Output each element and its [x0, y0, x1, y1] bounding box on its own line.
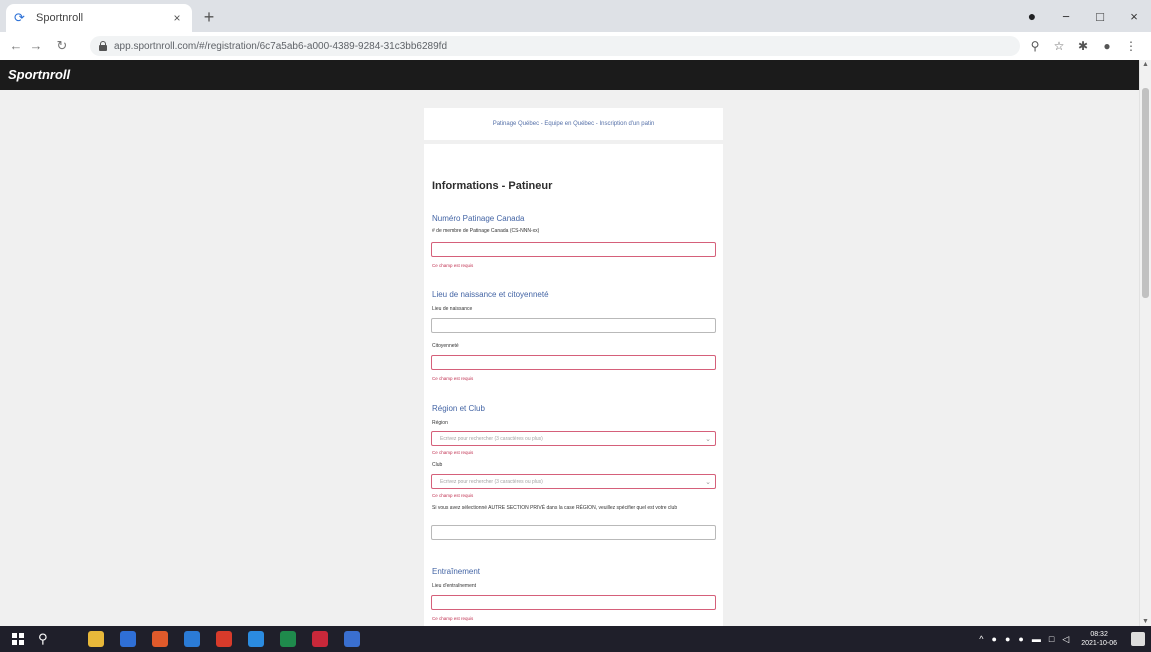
site-favicon-icon: ⟳	[14, 10, 25, 25]
skate-canada-number-input[interactable]	[431, 242, 716, 257]
scroll-thumb[interactable]	[1142, 88, 1149, 298]
app-header: Sportnroll	[0, 60, 1140, 90]
bookmark-star-icon[interactable]: ☆	[1047, 36, 1071, 56]
other-club-label: Si vous avez sélectionné AUTRE SECTION P…	[432, 505, 678, 511]
citizenship-error: Ce champ est requis	[432, 376, 474, 381]
training-location-input[interactable]	[431, 595, 716, 610]
page-scrollbar[interactable]: ▲ ▼	[1139, 60, 1151, 626]
club-error: Ce champ est requis	[432, 493, 474, 498]
taskbar-app-icon[interactable]	[312, 631, 328, 647]
taskbar-app-icon[interactable]	[216, 631, 232, 647]
region-placeholder: Écrivez pour rechercher (3 caractères ou…	[440, 435, 543, 442]
address-bar-row: ← → ↻ app.sportnroll.com/#/registration/…	[0, 32, 1151, 61]
birthplace-label: Lieu de naissance	[432, 306, 473, 312]
new-tab-button[interactable]: +	[198, 6, 220, 28]
skate-canada-error: Ce champ est requis	[432, 263, 474, 268]
lock-icon	[98, 41, 108, 51]
browser-menu-icon[interactable]: ⋮	[1119, 36, 1143, 56]
chevron-down-icon: ⌄	[705, 435, 711, 443]
club-select[interactable]: Écrivez pour rechercher (3 caractères ou…	[431, 474, 716, 489]
record-icon[interactable]: ●	[1015, 8, 1049, 24]
forward-icon[interactable]: →	[26, 36, 46, 56]
url-text: app.sportnroll.com/#/registration/6c7a5a…	[114, 40, 448, 52]
training-label: Lieu d'entraînement	[432, 583, 477, 589]
system-tray: ^ ● ● ● ▬ □ ◁ 08:32 2021-10-06	[975, 626, 1151, 652]
form-title: Informations - Patineur	[432, 180, 553, 192]
clock[interactable]: 08:32 2021-10-06	[1081, 630, 1117, 648]
citizenship-label: Citoyenneté	[432, 343, 459, 349]
window-controls: ● − □ ×	[1015, 0, 1151, 32]
minimize-button[interactable]: −	[1049, 9, 1083, 24]
club-label: Club	[432, 462, 443, 468]
tray-app-icon[interactable]: ●	[1018, 634, 1023, 644]
chevron-down-icon: ⌄	[705, 478, 711, 486]
url-omnibox[interactable]: app.sportnroll.com/#/registration/6c7a5a…	[90, 36, 1020, 56]
clock-date: 2021-10-06	[1081, 640, 1117, 647]
other-club-input[interactable]	[431, 525, 716, 540]
windows-start-icon[interactable]	[12, 633, 24, 645]
app-logo[interactable]: Sportnroll	[8, 67, 70, 82]
taskbar-app-icon[interactable]	[280, 631, 296, 647]
maximize-button[interactable]: □	[1083, 9, 1117, 24]
tab-close-icon[interactable]: ×	[170, 11, 184, 25]
extension-icons: ⚲ ☆ ✱ ● ⋮	[1023, 36, 1143, 56]
form-header-text: Patinage Québec - Equipe en Québec - Ins…	[492, 121, 655, 127]
back-icon[interactable]: ←	[6, 36, 26, 56]
scroll-down-icon[interactable]: ▼	[1141, 617, 1150, 626]
taskbar-app-icon[interactable]	[344, 631, 360, 647]
search-icon[interactable]: ⚲	[38, 631, 48, 647]
region-select[interactable]: Écrivez pour rechercher (3 caractères ou…	[431, 431, 716, 446]
section-title-birth: Lieu de naissance et citoyenneté	[432, 290, 549, 299]
profile-avatar-icon[interactable]: ●	[1095, 36, 1119, 56]
section-title-region-club: Région et Club	[432, 404, 485, 413]
tab-title: Sportnroll	[36, 12, 84, 24]
browser-tab[interactable]: ⟳ Sportnroll ×	[6, 4, 192, 32]
reload-icon[interactable]: ↻	[52, 36, 72, 56]
network-icon[interactable]: □	[1049, 634, 1054, 644]
registration-form-card: Informations - Patineur Numéro Patinage …	[424, 144, 723, 626]
club-placeholder: Écrivez pour rechercher (3 caractères ou…	[440, 478, 543, 485]
tray-app-icon[interactable]: ●	[992, 634, 997, 644]
skate-canada-label: # de membre de Patinage Canada (CS-NNN-x…	[432, 228, 540, 234]
notifications-icon[interactable]	[1131, 632, 1145, 646]
taskbar-app-icon[interactable]	[152, 631, 168, 647]
browser-tab-bar: ⟳ Sportnroll × + ● − □ ×	[0, 0, 1151, 32]
region-label: Région	[432, 420, 448, 426]
close-window-button[interactable]: ×	[1117, 9, 1151, 24]
taskbar-app-icon[interactable]	[120, 631, 136, 647]
windows-taskbar: ⚲ ^ ● ● ● ▬ □ ◁ 08:32 2021-10-06	[0, 626, 1151, 652]
battery-icon[interactable]: ▬	[1032, 634, 1041, 644]
section-title-skate-canada: Numéro Patinage Canada	[432, 214, 525, 223]
clock-time: 08:32	[1090, 631, 1108, 638]
taskbar-app-icon[interactable]	[248, 631, 264, 647]
zoom-icon[interactable]: ⚲	[1023, 36, 1047, 56]
tray-app-icon[interactable]: ●	[1005, 634, 1010, 644]
extensions-puzzle-icon[interactable]: ✱	[1071, 36, 1095, 56]
section-title-training: Entraînement	[432, 567, 481, 576]
training-error: Ce champ est requis	[432, 616, 474, 621]
region-error: Ce champ est requis	[432, 450, 474, 455]
taskbar-app-icon[interactable]	[184, 631, 200, 647]
tray-chevron-icon[interactable]: ^	[979, 634, 983, 644]
taskbar-app-icon[interactable]	[88, 631, 104, 647]
scroll-up-icon[interactable]: ▲	[1141, 60, 1150, 69]
citizenship-input[interactable]	[431, 355, 716, 370]
form-header-card: Patinage Québec - Equipe en Québec - Ins…	[424, 108, 723, 140]
volume-icon[interactable]: ◁	[1062, 634, 1069, 645]
birthplace-input[interactable]	[431, 318, 716, 333]
